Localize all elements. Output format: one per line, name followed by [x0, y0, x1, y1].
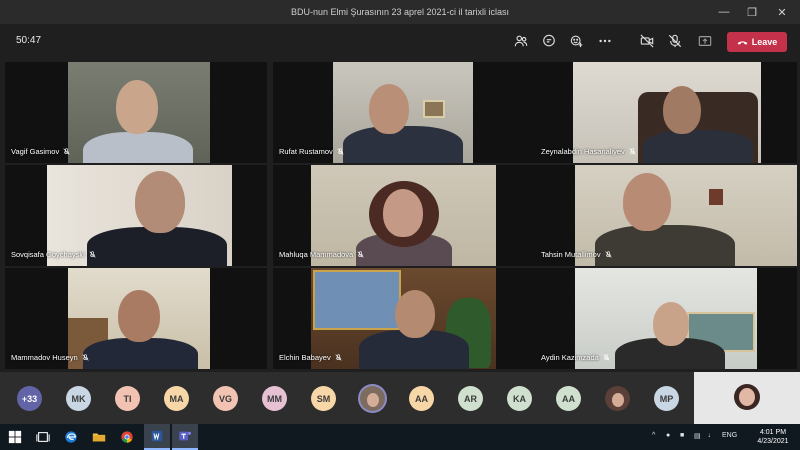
participant-nameplate: Zeynalabdin Hasanaliyev — [541, 147, 636, 156]
video-tile[interactable]: Elchin Babayev — [273, 268, 535, 369]
participant-nameplate: Sovqisafa Goychayski — [11, 250, 96, 259]
participant-name: Elchin Babayev — [279, 353, 331, 362]
muted-icon — [629, 148, 636, 155]
word-icon[interactable] — [144, 424, 170, 450]
meeting-timer: 50:47 — [16, 35, 42, 46]
participant-video — [333, 62, 473, 163]
wall-portrait — [313, 270, 401, 330]
participant-name: Zeynalabdin Hasanaliyev — [541, 147, 625, 156]
chrome-icon[interactable] — [114, 424, 140, 450]
language-indicator[interactable]: ENG — [722, 432, 737, 439]
close-icon[interactable]: ✕ — [768, 0, 796, 24]
video-tile[interactable]: Vagif Gasimov — [5, 62, 267, 163]
muted-icon — [603, 354, 610, 361]
participant-name: Aydin Kazimzada — [541, 353, 599, 362]
video-tile[interactable]: Rufat Rustamov — [273, 62, 535, 163]
chat-icon[interactable] — [540, 32, 558, 50]
muted-icon — [605, 251, 612, 258]
participant-nameplate: Vagif Gasimov — [11, 147, 70, 156]
muted-icon — [89, 251, 96, 258]
muted-icon — [82, 354, 89, 361]
title-bar: BDU-nun Elmi Şurasının 23 aprel 2021-ci … — [0, 0, 800, 24]
participant-nameplate: Mammadov Huseyn — [11, 353, 89, 362]
participant-avatar-photo[interactable] — [605, 386, 630, 411]
video-tile[interactable]: Zeynalabdin Hasanaliyev — [535, 62, 797, 163]
muted-icon — [63, 148, 70, 155]
participant-name: Tahsin Mutallimov — [541, 250, 601, 259]
phone-hangup-icon — [737, 40, 748, 45]
task-view-icon[interactable] — [30, 424, 56, 450]
file-explorer-icon[interactable] — [86, 424, 112, 450]
participant-avatar[interactable]: VG — [213, 386, 238, 411]
participant-roster: +33 MK TI MA VG MM SM AA AR KA AA MP — [0, 372, 800, 424]
leave-label: Leave — [751, 37, 778, 47]
participant-avatar[interactable]: KA — [507, 386, 532, 411]
video-tile[interactable]: Tahsin Mutallimov — [535, 165, 797, 266]
muted-icon — [335, 354, 342, 361]
participant-avatar[interactable]: MK — [66, 386, 91, 411]
windows-taskbar: ^ ● ■ ▤ ♩ ENG 4:01 PM 4/23/2021 — [0, 424, 800, 450]
network-icon[interactable]: ▤ — [694, 432, 701, 440]
participant-name: Mahluqa Mammadova — [279, 250, 354, 259]
teams-icon[interactable] — [172, 424, 198, 450]
participant-name: Mammadov Huseyn — [11, 353, 78, 362]
edge-icon[interactable] — [58, 424, 84, 450]
participant-avatar[interactable]: MM — [262, 386, 287, 411]
participant-name: Vagif Gasimov — [11, 147, 60, 156]
muted-icon — [337, 148, 344, 155]
participant-avatar[interactable]: SM — [311, 386, 336, 411]
muted-icon — [357, 251, 364, 258]
clock-date: 4/23/2021 — [757, 438, 789, 445]
teams-meeting-window: BDU-nun Elmi Şurasının 23 aprel 2021-ci … — [0, 0, 800, 450]
tray-app-icon[interactable]: ● — [666, 432, 670, 439]
meeting-toolbar: 50:47 Leave — [0, 24, 800, 58]
participant-nameplate: Aydin Kazimzada — [541, 353, 610, 362]
video-tile[interactable]: Mahluqa Mammadova — [273, 165, 535, 266]
participant-avatar[interactable]: AA — [409, 386, 434, 411]
share-icon[interactable] — [696, 32, 714, 50]
leave-button[interactable]: Leave — [727, 32, 787, 52]
participant-video — [68, 268, 210, 369]
minimize-icon[interactable]: — — [710, 0, 738, 24]
tray-chevron-icon[interactable]: ^ — [652, 432, 655, 439]
avatar-face — [366, 392, 379, 407]
participant-video — [68, 62, 210, 163]
video-tile[interactable]: Mammadov Huseyn — [5, 268, 267, 369]
participant-avatar[interactable]: MP — [654, 386, 679, 411]
participant-nameplate: Tahsin Mutallimov — [541, 250, 612, 259]
participant-avatar-photo[interactable] — [360, 386, 385, 411]
participant-nameplate: Rufat Rustamov — [279, 147, 344, 156]
volume-icon[interactable]: ♩ — [708, 432, 715, 439]
participant-nameplate: Elchin Babayev — [279, 353, 342, 362]
participant-avatar[interactable]: AA — [556, 386, 581, 411]
windows-start-icon[interactable] — [2, 424, 28, 450]
camera-off-icon[interactable] — [638, 32, 656, 50]
overflow-participants-badge[interactable]: +33 — [17, 386, 42, 411]
window-title: BDU-nun Elmi Şurasının 23 aprel 2021-ci … — [290, 7, 510, 17]
reactions-icon[interactable] — [568, 32, 586, 50]
avatar-face — [611, 392, 624, 407]
participant-name: Rufat Rustamov — [279, 147, 333, 156]
participant-nameplate: Mahluqa Mammadova — [279, 250, 364, 259]
restore-icon[interactable]: ❐ — [738, 0, 766, 24]
mic-off-icon[interactable] — [666, 32, 684, 50]
taskbar-clock[interactable]: 4:01 PM 4/23/2021 — [750, 428, 796, 446]
tray-app-icon[interactable]: ■ — [680, 432, 684, 439]
clock-time: 4:01 PM — [759, 429, 787, 436]
participant-avatar[interactable]: AR — [458, 386, 483, 411]
wall-frame — [423, 100, 445, 118]
participant-avatar[interactable]: MA — [164, 386, 189, 411]
more-icon[interactable] — [596, 32, 614, 50]
video-tile[interactable]: Sovqisafa Goychayski — [5, 165, 267, 266]
video-tile[interactable]: Aydin Kazimzada — [535, 268, 797, 369]
participant-avatar[interactable]: TI — [115, 386, 140, 411]
wall-emblem — [709, 189, 723, 205]
self-view[interactable] — [694, 372, 800, 424]
people-icon[interactable] — [512, 32, 530, 50]
participant-name: Sovqisafa Goychayski — [11, 250, 85, 259]
